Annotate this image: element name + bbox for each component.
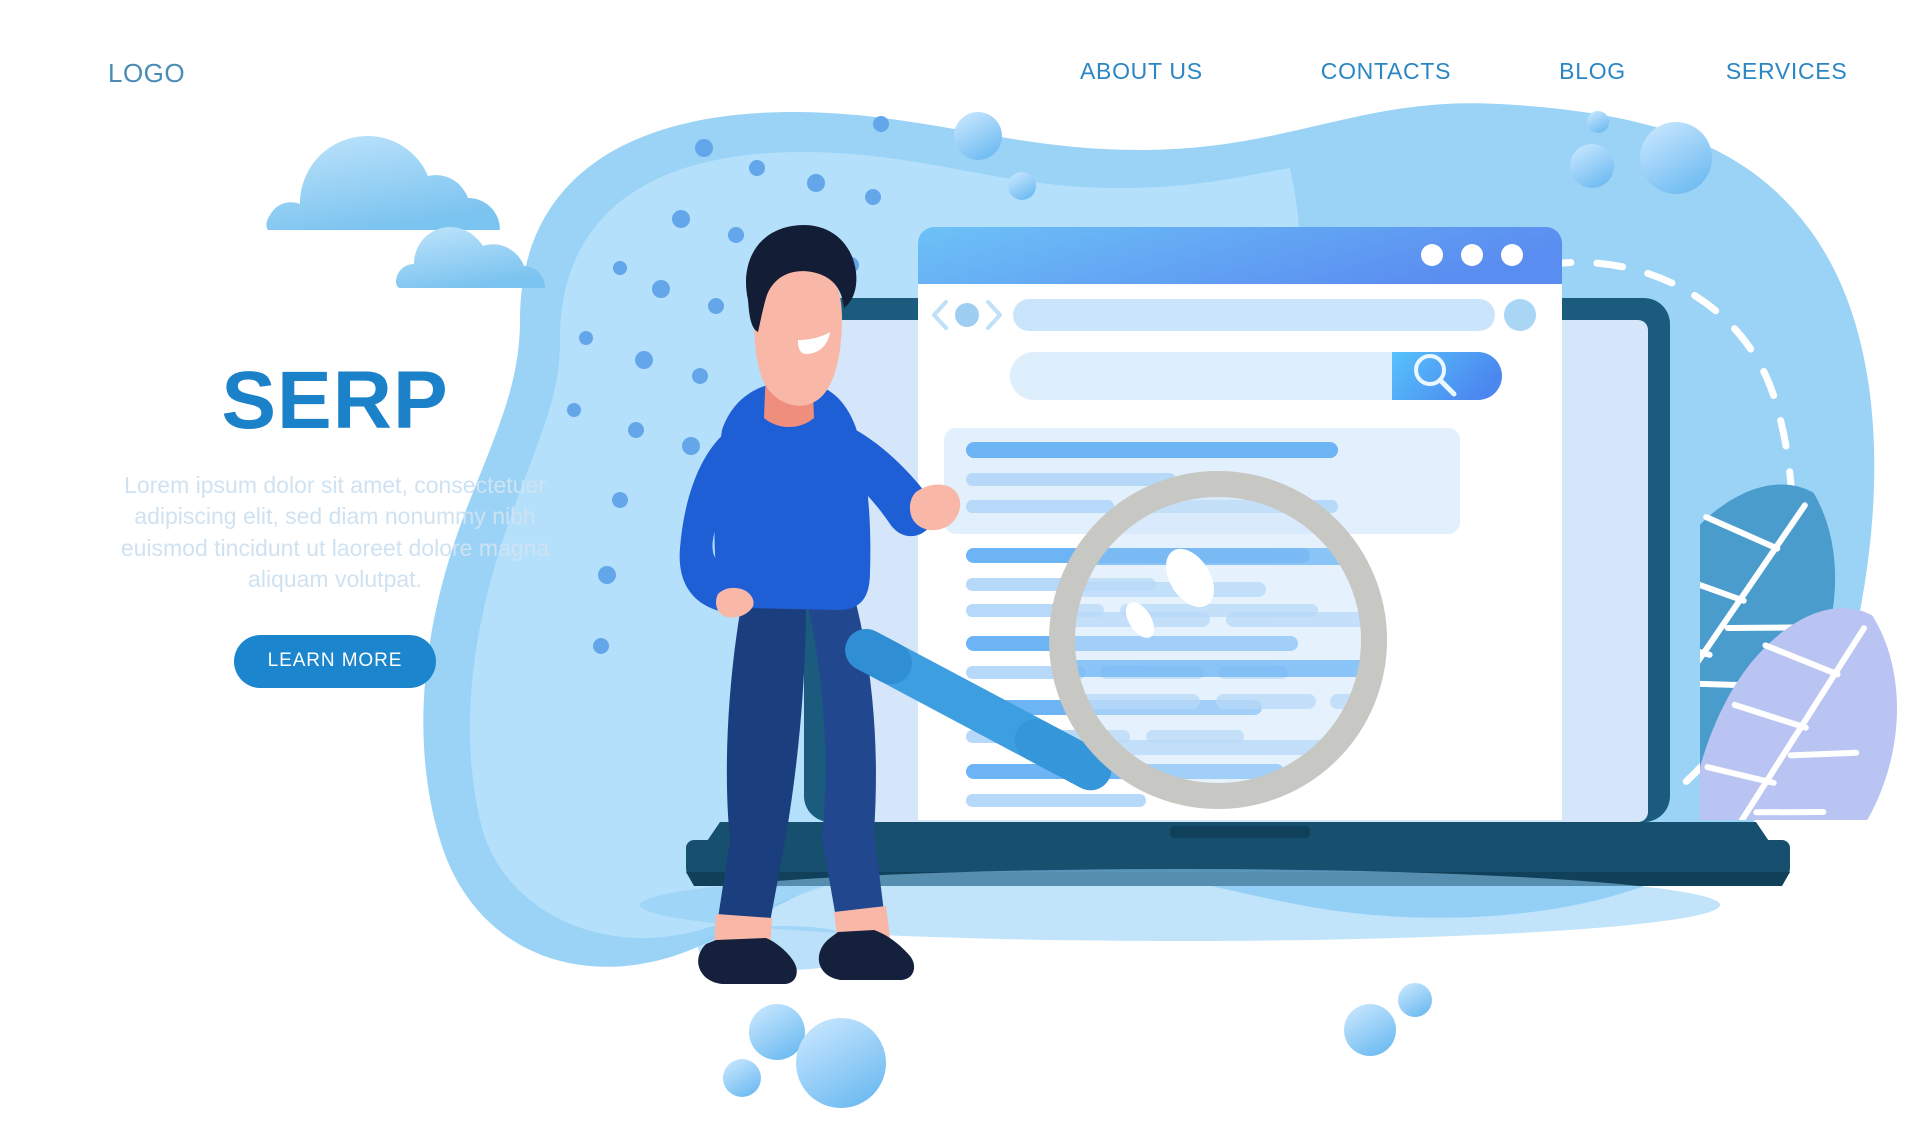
main-navigation: ABOUT US CONTACTS BLOG SERVICES (1080, 58, 1847, 85)
hero-subtitle: Lorem ipsum dolor sit amet, consectetuer… (120, 472, 550, 592)
nav-item-contacts[interactable]: CONTACTS (1321, 58, 1451, 85)
search-button (1392, 352, 1502, 400)
cloud-decoration (266, 136, 545, 288)
logo[interactable]: LOGO (108, 58, 185, 89)
search-field[interactable] (1010, 352, 1502, 400)
bubble-decoration-bottom (723, 983, 1432, 1108)
site-header: LOGO ABOUT US CONTACTS BLOG SERVICES (0, 0, 1920, 130)
nav-item-about-us[interactable]: ABOUT US (1080, 58, 1203, 85)
window-control-dots[interactable] (1421, 244, 1523, 266)
home-circle-icon (955, 303, 979, 327)
learn-more-button[interactable]: LEARN MORE (233, 635, 437, 689)
nav-item-services[interactable]: SERVICES (1726, 58, 1848, 85)
page-root: LOGO ABOUT US CONTACTS BLOG SERVICES SER… (0, 0, 1920, 1145)
nav-item-blog[interactable]: BLOG (1559, 58, 1626, 85)
refresh-icon[interactable] (1504, 299, 1536, 331)
hero-content: SERP Lorem ipsum dolor sit amet, consect… (90, 355, 580, 689)
page-title: SERP (221, 355, 449, 446)
url-bar[interactable] (1013, 299, 1495, 331)
